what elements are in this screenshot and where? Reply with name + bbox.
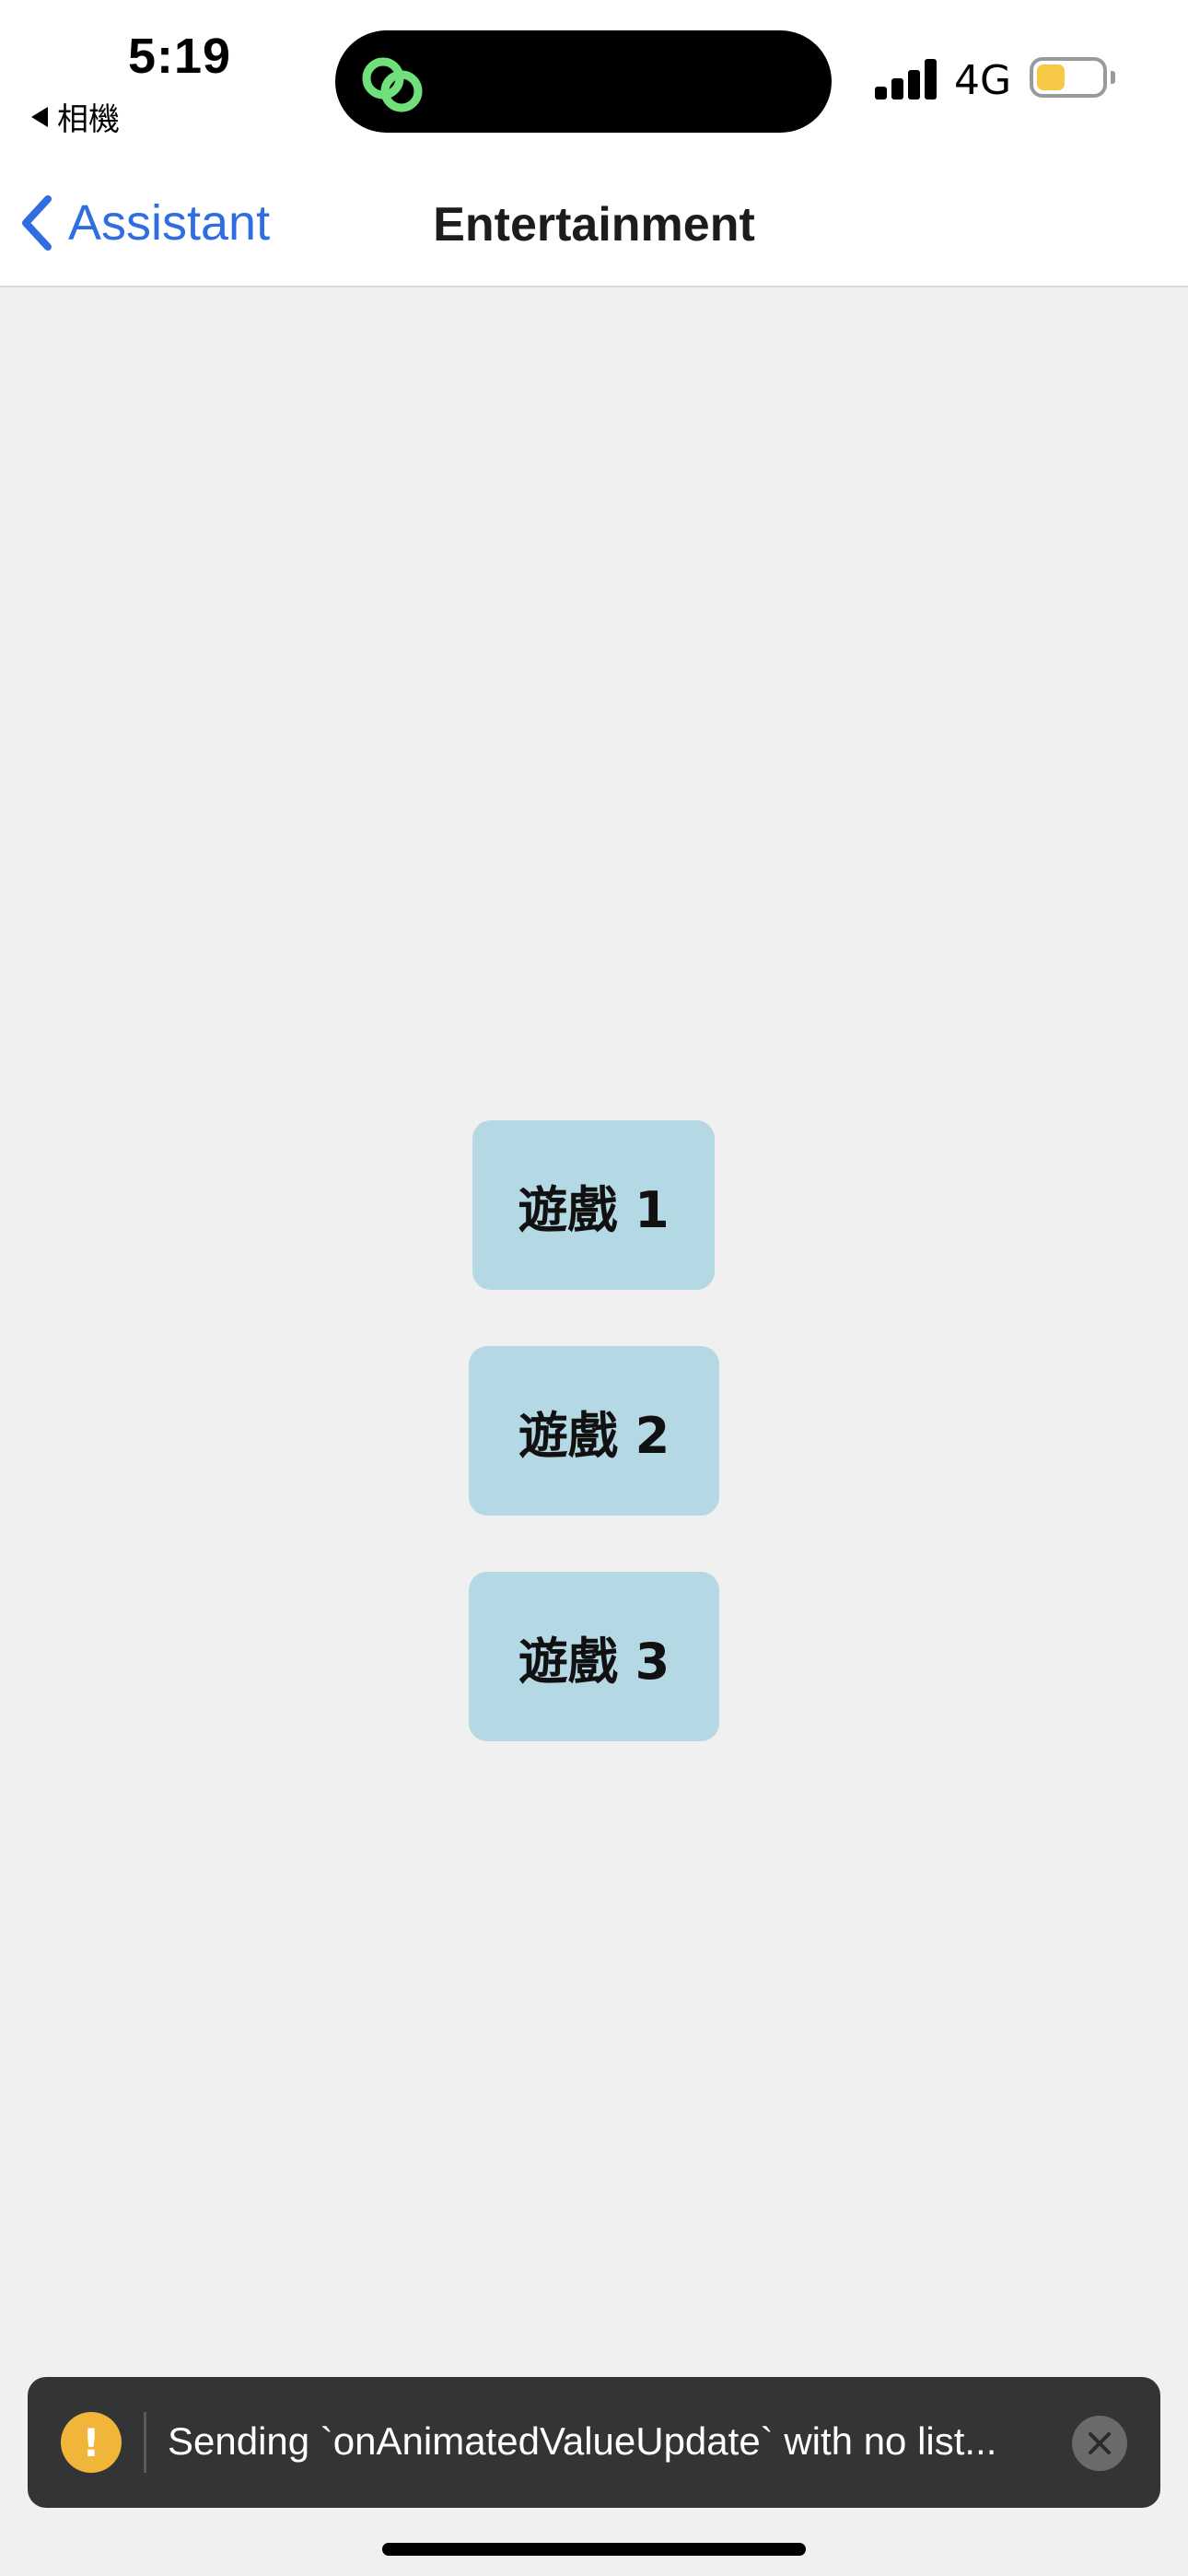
navigation-bar: Entertainment Assistant xyxy=(0,166,1188,287)
battery-icon xyxy=(1030,57,1107,98)
game-3-button[interactable]: 遊戲 3 xyxy=(469,1572,719,1741)
home-indicator[interactable] xyxy=(382,2543,806,2556)
cellular-signal-icon xyxy=(875,59,938,100)
chevron-left-icon xyxy=(22,195,52,251)
back-to-app-link[interactable]: 相機 xyxy=(31,94,120,139)
back-triangle-icon xyxy=(31,106,48,127)
back-button-label: Assistant xyxy=(68,195,271,251)
network-type: 4G xyxy=(954,57,1012,104)
link-icon xyxy=(362,57,423,112)
warning-toast[interactable]: ! Sending `onAnimatedValueUpdate` with n… xyxy=(28,2377,1160,2508)
back-button[interactable]: Assistant xyxy=(18,193,270,252)
status-time: 5:19 xyxy=(127,29,232,84)
game-2-button[interactable]: 遊戲 2 xyxy=(469,1346,719,1516)
status-bar: 5:19 相機 4G xyxy=(0,0,1188,166)
warning-icon: ! xyxy=(61,2412,122,2473)
back-app-label: 相機 xyxy=(57,101,120,138)
dynamic-island[interactable] xyxy=(335,30,832,133)
toast-divider xyxy=(144,2412,146,2473)
game-1-button[interactable]: 遊戲 1 xyxy=(472,1120,715,1290)
close-icon[interactable] xyxy=(1072,2416,1127,2471)
battery-tip xyxy=(1111,71,1115,84)
toast-message: Sending `onAnimatedValueUpdate` with no … xyxy=(168,2419,997,2463)
